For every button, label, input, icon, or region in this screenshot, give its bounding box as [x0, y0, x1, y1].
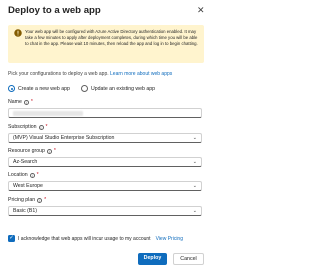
required-marker: *: [30, 99, 33, 105]
required-marker: *: [36, 172, 39, 178]
chevron-down-icon: ⌄: [192, 135, 197, 141]
location-value: West Europe: [13, 183, 43, 189]
learn-more-link[interactable]: Learn more about web apps: [110, 71, 172, 77]
resource-group-value: Az-Search: [13, 159, 38, 165]
warning-banner: Your web app will be configured with Azu…: [8, 25, 204, 63]
info-icon[interactable]: i: [23, 99, 29, 105]
pricing-value: Basic (B1): [13, 208, 37, 214]
name-label-row: Name i *: [8, 99, 33, 105]
intro-text: Pick your configurations to deploy a web…: [8, 71, 172, 77]
chevron-down-icon: ⌄: [192, 159, 197, 165]
info-icon[interactable]: i: [38, 124, 44, 130]
required-marker: *: [45, 124, 48, 130]
radio-create-indicator[interactable]: [8, 85, 15, 92]
subscription-select[interactable]: (MVP) Visual Studio Enterprise Subscript…: [8, 133, 202, 143]
warning-icon: [14, 29, 22, 37]
info-icon[interactable]: i: [29, 172, 35, 178]
acknowledge-checkbox[interactable]: ✓: [8, 235, 15, 242]
intro-label: Pick your configurations to deploy a web…: [8, 71, 109, 77]
info-icon[interactable]: i: [37, 197, 43, 203]
required-marker: *: [44, 197, 47, 203]
resource-group-label: Resource group: [8, 148, 45, 154]
location-select[interactable]: West Europe ⌄: [8, 181, 202, 191]
radio-update[interactable]: Update an existing web app: [81, 85, 155, 92]
view-pricing-link[interactable]: View Pricing: [156, 236, 183, 242]
cancel-button[interactable]: Cancel: [173, 253, 204, 265]
acknowledge-row: ✓ I acknowledge that web apps will incur…: [8, 235, 183, 242]
banner-text: Your web app will be configured with Azu…: [25, 28, 198, 46]
resource-group-select[interactable]: Az-Search ⌄: [8, 157, 202, 167]
acknowledge-text: I acknowledge that web apps will incur u…: [18, 235, 151, 242]
resource-group-label-row: Resource group i *: [8, 148, 56, 154]
subscription-label-row: Subscription i *: [8, 124, 48, 130]
name-input[interactable]: [8, 108, 202, 118]
radio-create[interactable]: Create a new web app: [8, 85, 70, 92]
deploy-button[interactable]: Deploy: [138, 253, 167, 265]
info-icon[interactable]: i: [46, 148, 52, 154]
location-label-row: Location i *: [8, 172, 39, 178]
subscription-label: Subscription: [8, 124, 37, 130]
subscription-value: (MVP) Visual Studio Enterprise Subscript…: [13, 135, 115, 141]
redacted-name-value: [13, 111, 83, 116]
pricing-select[interactable]: Basic (B1) ⌄: [8, 206, 202, 216]
chevron-down-icon: ⌄: [192, 208, 197, 214]
radio-update-label: Update an existing web app: [91, 85, 156, 92]
radio-update-indicator[interactable]: [81, 85, 88, 92]
dialog-title: Deploy to a web app: [8, 5, 101, 16]
required-marker: *: [53, 148, 56, 154]
close-icon[interactable]: ✕: [197, 5, 205, 15]
location-label: Location: [8, 172, 28, 178]
name-label: Name: [8, 99, 22, 105]
chevron-down-icon: ⌄: [192, 183, 197, 189]
pricing-label-row: Pricing plan i *: [8, 197, 46, 203]
radio-create-label: Create a new web app: [18, 85, 70, 92]
pricing-label: Pricing plan: [8, 197, 36, 203]
